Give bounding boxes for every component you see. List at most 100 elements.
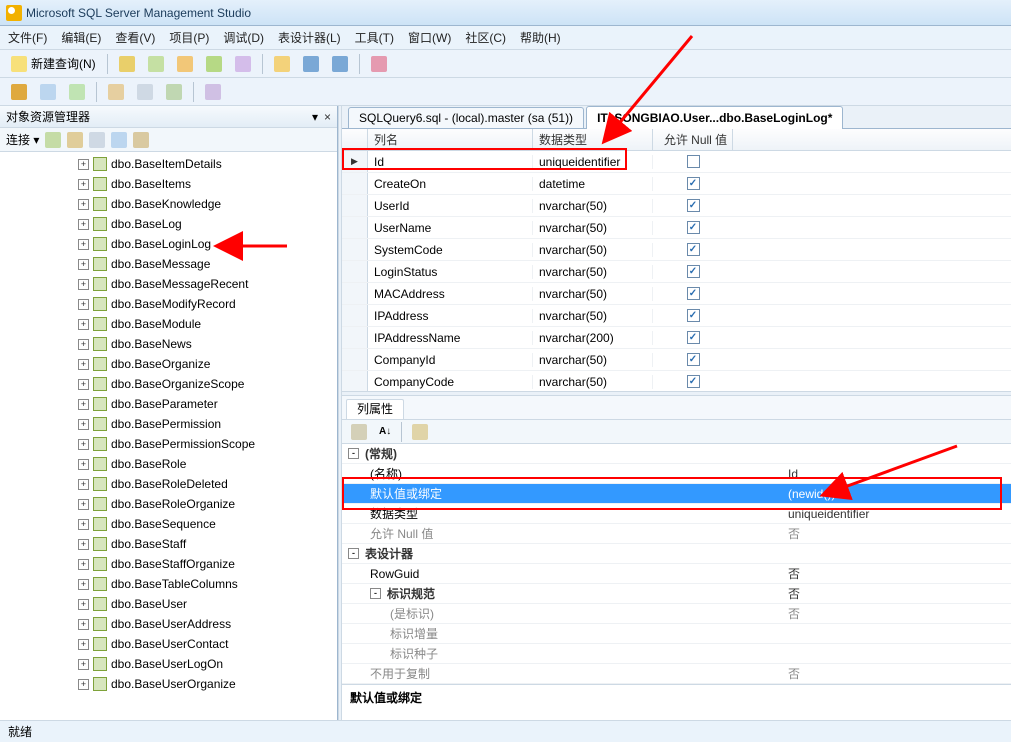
disconnect-icon[interactable]	[67, 132, 83, 148]
expand-icon[interactable]: +	[78, 459, 89, 470]
tree-item[interactable]: +dbo.BaseRole	[0, 454, 337, 474]
expand-icon[interactable]: +	[78, 439, 89, 450]
expand-icon[interactable]: +	[78, 559, 89, 570]
expand-icon[interactable]: +	[78, 519, 89, 530]
property-row[interactable]: -表设计器	[342, 544, 1011, 564]
column-null-cell[interactable]	[653, 177, 733, 190]
column-type-cell[interactable]: nvarchar(50)	[533, 287, 653, 301]
column-type-cell[interactable]: nvarchar(200)	[533, 331, 653, 345]
tb-btn-1[interactable]	[114, 53, 140, 75]
tree-item[interactable]: +dbo.BaseSequence	[0, 514, 337, 534]
expand-icon[interactable]: +	[78, 199, 89, 210]
tb-btn-4[interactable]	[201, 53, 227, 75]
properties-grid[interactable]: -(常规)(名称)Id默认值或绑定(newid())数据类型uniqueiden…	[342, 444, 1011, 684]
column-name-cell[interactable]: UserId	[368, 199, 533, 213]
property-value[interactable]: 否	[782, 565, 1011, 582]
key-button[interactable]	[6, 81, 32, 103]
null-checkbox[interactable]	[687, 331, 700, 344]
save-all-button[interactable]	[327, 53, 353, 75]
tree-item[interactable]: +dbo.BaseStaff	[0, 534, 337, 554]
stop-icon[interactable]	[89, 132, 105, 148]
tree-item[interactable]: +dbo.BaseParameter	[0, 394, 337, 414]
null-checkbox[interactable]	[687, 221, 700, 234]
property-value[interactable]: 否	[782, 525, 1011, 542]
dropdown-icon[interactable]: ▾	[312, 110, 318, 124]
column-null-cell[interactable]	[653, 287, 733, 300]
column-type-cell[interactable]: uniqueidentifier	[533, 155, 653, 169]
expand-icon[interactable]: +	[78, 619, 89, 630]
property-row[interactable]: 标识种子	[342, 644, 1011, 664]
null-checkbox[interactable]	[687, 375, 700, 388]
expand-icon[interactable]: +	[78, 379, 89, 390]
grid-header-type[interactable]: 数据类型	[533, 129, 653, 150]
expand-icon[interactable]: +	[78, 399, 89, 410]
null-checkbox[interactable]	[687, 177, 700, 190]
expand-icon[interactable]: +	[78, 479, 89, 490]
expand-icon[interactable]: +	[78, 279, 89, 290]
check-button[interactable]	[64, 81, 90, 103]
column-null-cell[interactable]	[653, 243, 733, 256]
save-button[interactable]	[298, 53, 324, 75]
column-name-cell[interactable]: IPAddressName	[368, 331, 533, 345]
row-header[interactable]	[342, 327, 368, 348]
column-row[interactable]: MACAddressnvarchar(50)	[342, 283, 1011, 305]
menu-item[interactable]: 文件(F)	[8, 29, 47, 46]
column-null-cell[interactable]	[653, 199, 733, 212]
tb-btn-3[interactable]	[172, 53, 198, 75]
tree-item[interactable]: +dbo.BaseStaffOrganize	[0, 554, 337, 574]
menu-item[interactable]: 查看(V)	[115, 29, 155, 46]
property-value[interactable]: 否	[782, 605, 1011, 622]
tab-table-designer[interactable]: IT_SONGBIAO.User...dbo.BaseLoginLog*	[586, 106, 843, 129]
expand-icon[interactable]: +	[78, 639, 89, 650]
grid-header-name[interactable]: 列名	[368, 129, 533, 150]
expand-icon[interactable]: +	[78, 579, 89, 590]
tree-item[interactable]: +dbo.BaseUserAddress	[0, 614, 337, 634]
collapse-icon[interactable]: -	[348, 548, 359, 559]
expand-icon[interactable]: +	[78, 239, 89, 250]
expand-icon[interactable]: +	[78, 299, 89, 310]
tree-item[interactable]: +dbo.BaseTableColumns	[0, 574, 337, 594]
tree-item[interactable]: +dbo.BaseLog	[0, 214, 337, 234]
menu-item[interactable]: 社区(C)	[465, 29, 506, 46]
row-header[interactable]	[342, 239, 368, 260]
tree-item[interactable]: +dbo.BaseUserOrganize	[0, 674, 337, 694]
menu-item[interactable]: 帮助(H)	[520, 29, 561, 46]
tab-sqlquery[interactable]: SQLQuery6.sql - (local).master (sa (51))	[348, 107, 584, 128]
row-header[interactable]	[342, 173, 368, 194]
connect-icon[interactable]	[45, 132, 61, 148]
tree-item[interactable]: +dbo.BaseOrganize	[0, 354, 337, 374]
expand-icon[interactable]: +	[78, 679, 89, 690]
property-row[interactable]: 数据类型uniqueidentifier	[342, 504, 1011, 524]
tb-btn-2[interactable]	[143, 53, 169, 75]
column-null-cell[interactable]	[653, 309, 733, 322]
menu-item[interactable]: 编辑(E)	[61, 29, 101, 46]
column-row[interactable]: UserIdnvarchar(50)	[342, 195, 1011, 217]
column-row[interactable]: IPAddressnvarchar(50)	[342, 305, 1011, 327]
index-button[interactable]	[103, 81, 129, 103]
tree-item[interactable]: +dbo.BaseItemDetails	[0, 154, 337, 174]
tree-item[interactable]: +dbo.BaseRoleDeleted	[0, 474, 337, 494]
tree-item[interactable]: +dbo.BaseKnowledge	[0, 194, 337, 214]
property-row[interactable]: (名称)Id	[342, 464, 1011, 484]
column-name-cell[interactable]: CompanyId	[368, 353, 533, 367]
property-value[interactable]: Id	[782, 467, 1011, 481]
column-row[interactable]: CreateOndatetime	[342, 173, 1011, 195]
column-row[interactable]: CompanyCodenvarchar(50)	[342, 371, 1011, 391]
property-row[interactable]: -标识规范否	[342, 584, 1011, 604]
expand-icon[interactable]: +	[78, 659, 89, 670]
prop-az-button[interactable]: A↓	[374, 421, 396, 443]
null-checkbox[interactable]	[687, 155, 700, 168]
column-null-cell[interactable]	[653, 331, 733, 344]
expand-icon[interactable]: +	[78, 539, 89, 550]
prop-cat-button[interactable]	[346, 421, 372, 443]
pane-options[interactable]: ▾ ×	[312, 110, 331, 124]
tree-item[interactable]: +dbo.BaseModifyRecord	[0, 294, 337, 314]
expand-icon[interactable]: +	[78, 179, 89, 190]
menu-item[interactable]: 表设计器(L)	[278, 29, 341, 46]
activity-button[interactable]	[366, 53, 392, 75]
row-header[interactable]	[342, 283, 368, 304]
column-name-cell[interactable]: LoginStatus	[368, 265, 533, 279]
column-type-cell[interactable]: nvarchar(50)	[533, 221, 653, 235]
null-checkbox[interactable]	[687, 199, 700, 212]
menu-item[interactable]: 调试(D)	[223, 29, 264, 46]
